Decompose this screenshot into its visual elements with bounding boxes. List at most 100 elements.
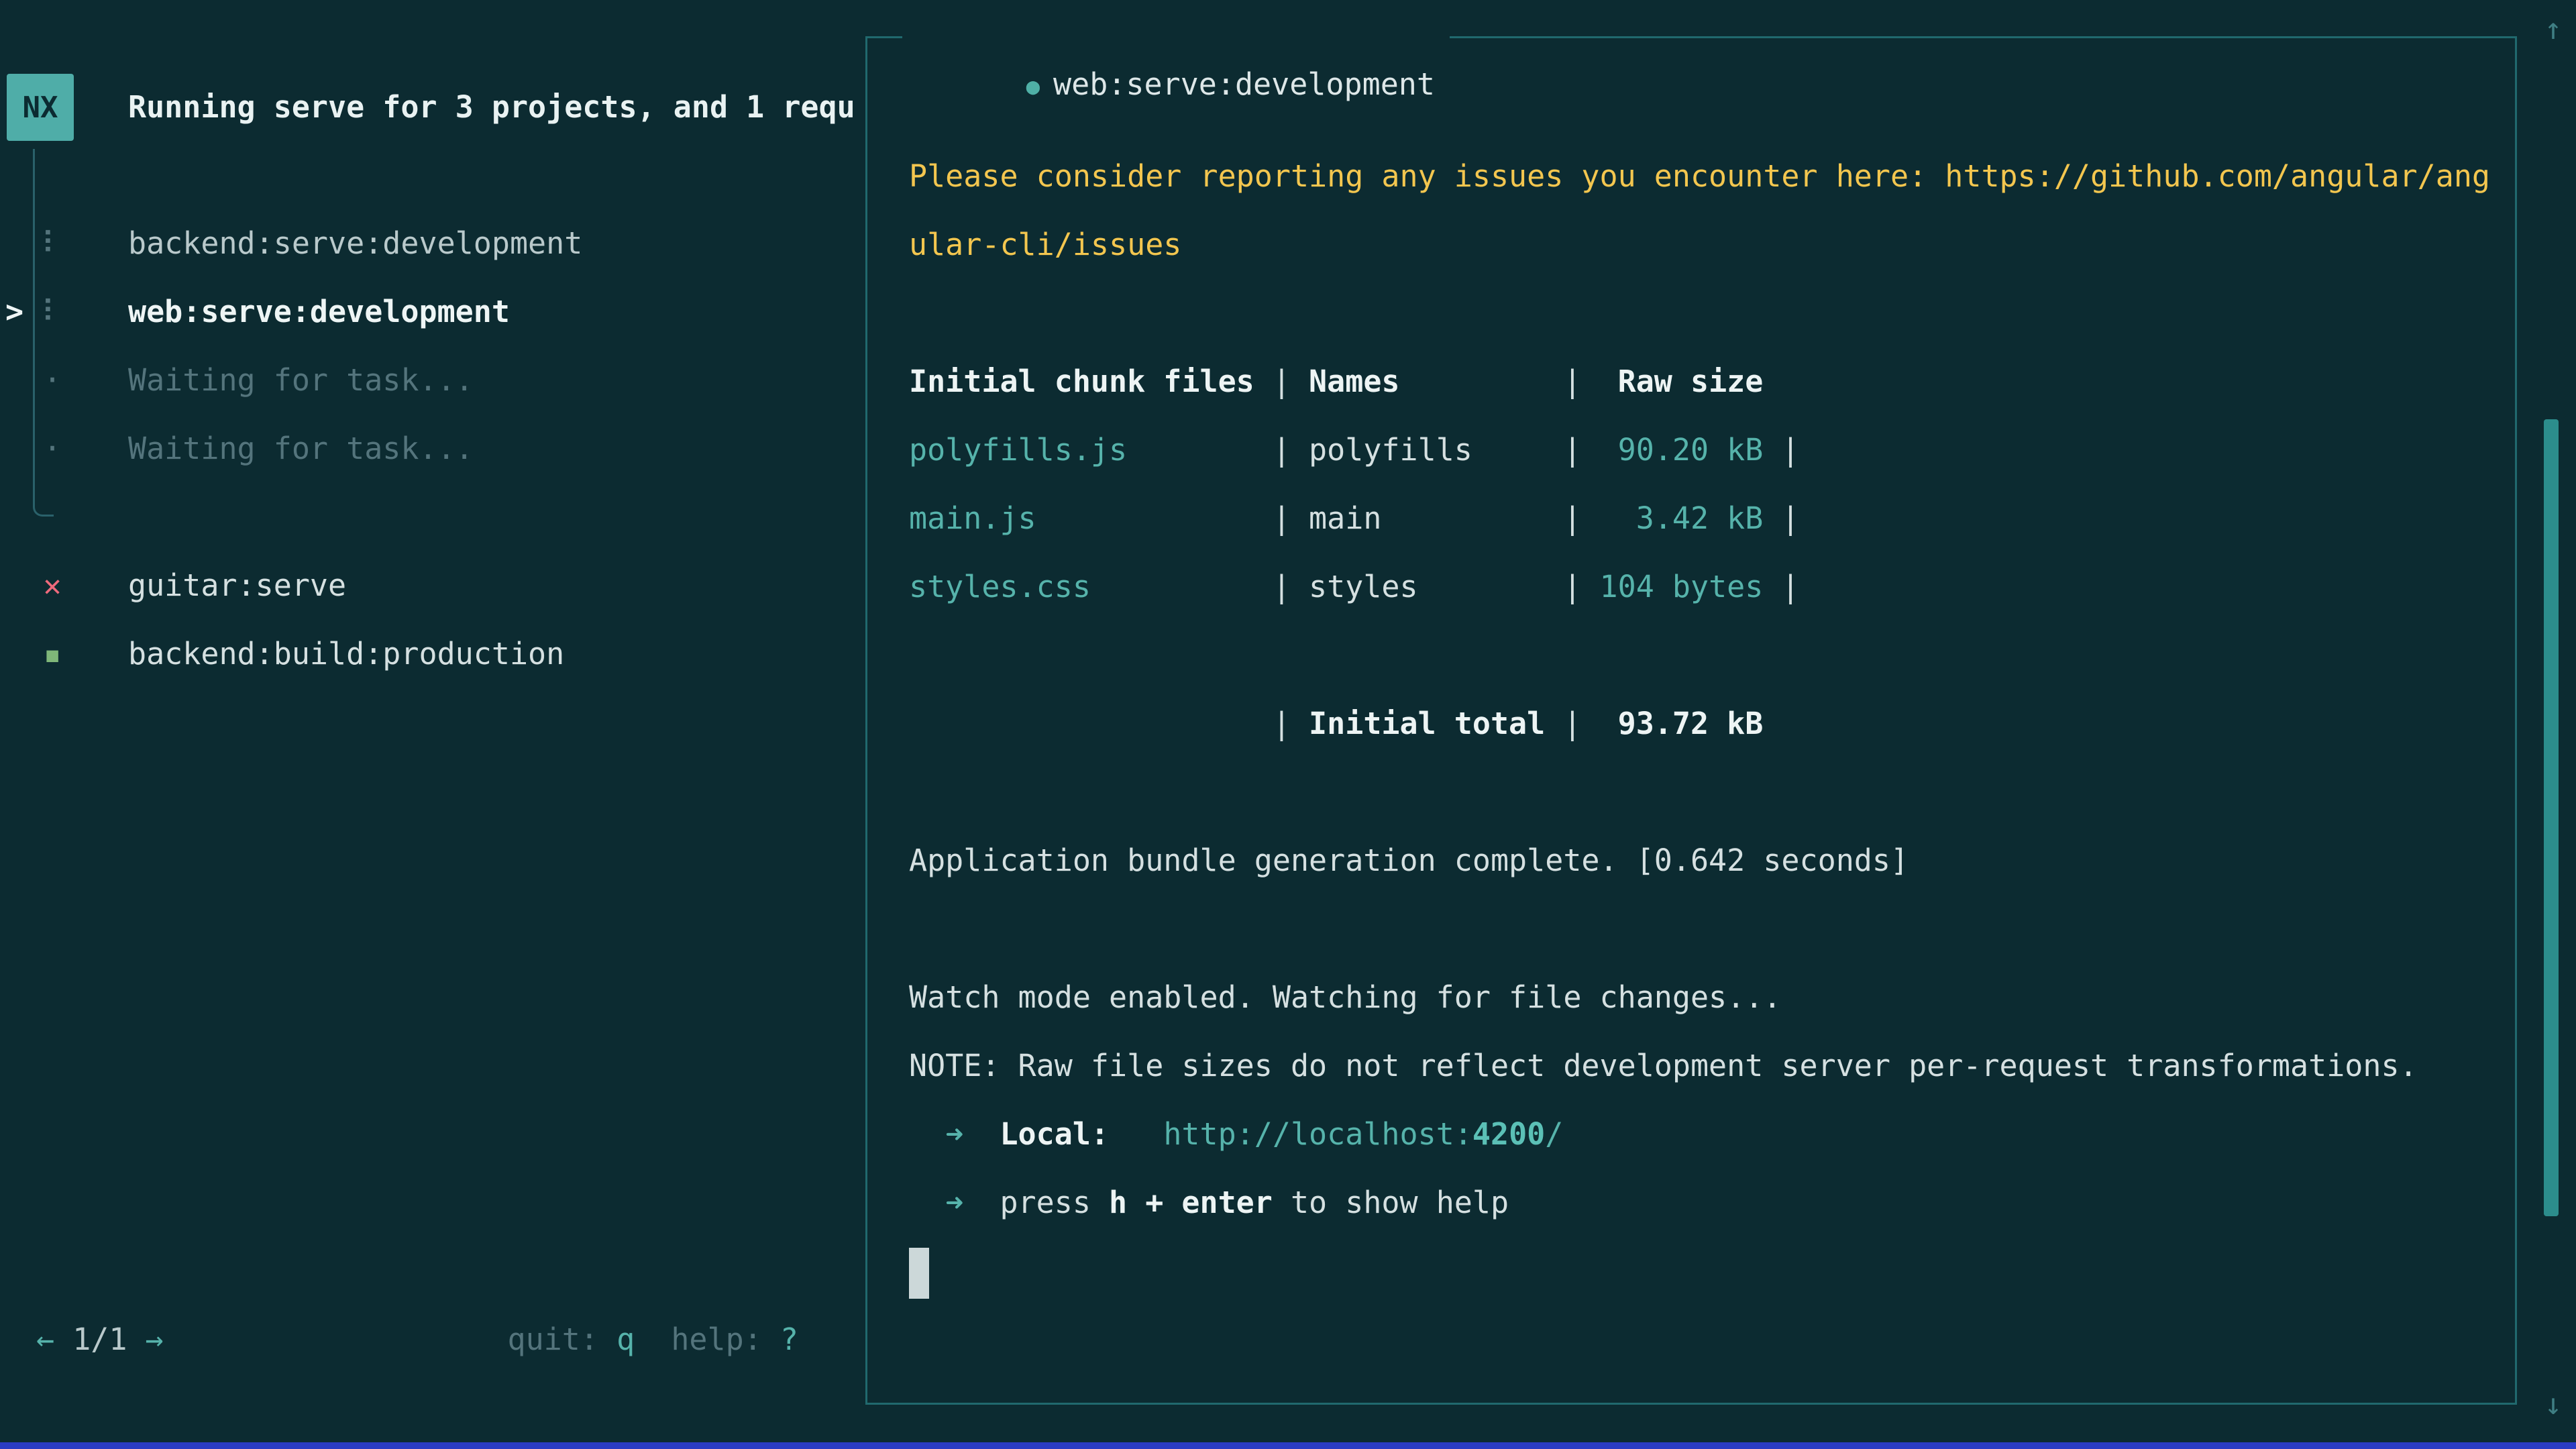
nx-logo: NX [7, 74, 74, 141]
text-segment [1109, 1116, 1163, 1152]
spinner-icon: ⠇ [38, 209, 67, 278]
text-segment: | [1273, 569, 1309, 604]
text-segment [963, 1185, 1000, 1220]
spinner-icon: ⠇ [38, 278, 67, 346]
text-segment: polyfills [1309, 432, 1563, 468]
text-segment: NOTE: Raw file sizes do not reflect deve… [909, 1048, 2418, 1083]
text-segment: ular-cli/issues [909, 227, 1181, 262]
text-segment: | [1563, 432, 1599, 468]
task-row[interactable]: · Waiting for task... [0, 346, 859, 415]
task-row[interactable]: >⠇ web:serve:development [0, 278, 859, 346]
task-label: backend:build:production [128, 636, 564, 672]
nx-terminal-ui: NX Running serve for 3 projects, and 1 r… [0, 0, 2576, 1449]
text-segment: | [1563, 364, 1599, 399]
text-segment: | [1273, 432, 1309, 468]
text-segment: | [1273, 364, 1309, 399]
text-segment: 1/1 [72, 1322, 127, 1357]
scroll-up-icon[interactable]: ↑ [2537, 9, 2569, 50]
text-segment: 104 bytes [1600, 569, 1764, 604]
text-segment: styles.css [909, 569, 1273, 604]
task-row[interactable]: ✕ guitar:serve [0, 551, 859, 620]
terminal-line: | Initial total | 93.72 kB [909, 690, 2488, 758]
pending-dot-icon: · [38, 415, 67, 483]
text-segment: Initial chunk files [909, 364, 1273, 399]
terminal-line [909, 1237, 2488, 1305]
text-segment: main.js [909, 500, 1273, 536]
output-panel: ●web:serve:development Please consider r… [865, 36, 2517, 1405]
terminal-line: main.js | main | 3.42 kB | [909, 484, 2488, 553]
terminal-line: Watch mode enabled. Watching for file ch… [909, 963, 2488, 1032]
text-segment [909, 706, 1273, 741]
text-segment: | [1273, 706, 1309, 741]
terminal-line: ular-cli/issues [909, 211, 2488, 279]
terminal-line: styles.css | styles | 104 bytes | [909, 553, 2488, 621]
text-segment: quit: [508, 1322, 617, 1357]
text-segment: to show help [1273, 1185, 1509, 1220]
terminal-line [909, 279, 2488, 347]
text-segment: | [1273, 500, 1309, 536]
selection-caret-icon: > [5, 278, 23, 346]
success-icon: ▪ [38, 620, 67, 688]
terminal-line: Initial chunk files | Names | Raw size [909, 347, 2488, 416]
text-segment: Please consider reporting any issues you… [909, 158, 2490, 194]
terminal-line [909, 895, 2488, 963]
task-label: guitar:serve [128, 568, 346, 603]
text-segment [909, 1116, 945, 1152]
text-segment: 4200 [1472, 1116, 1545, 1152]
text-segment: | [1763, 500, 1799, 536]
text-segment: Names [1309, 364, 1563, 399]
text-segment: http://localhost: [1163, 1116, 1472, 1152]
terminal-line: polyfills.js | polyfills | 90.20 kB | [909, 416, 2488, 484]
text-segment: Application bundle generation complete. … [909, 843, 1909, 878]
terminal-line [909, 621, 2488, 690]
scroll-down-icon[interactable]: ↓ [2537, 1385, 2569, 1425]
failed-icon: ✕ [38, 551, 67, 620]
terminal-line: NOTE: Raw file sizes do not reflect deve… [909, 1032, 2488, 1100]
task-row[interactable]: ⠇ backend:serve:development [0, 209, 859, 278]
scrollbar-thumb[interactable] [2544, 419, 2559, 1216]
text-segment: | [1563, 500, 1599, 536]
text-segment: ➜ [945, 1185, 963, 1220]
panel-title: ●web:serve:development [902, 14, 1450, 61]
text-segment: Raw size [1600, 364, 1764, 399]
text-segment: 90.20 kB [1600, 432, 1764, 468]
text-segment: styles [1309, 569, 1563, 604]
pending-dot-icon: · [38, 346, 67, 415]
app-title: Running serve for 3 projects, and 1 requ [128, 74, 856, 141]
task-label: web:serve:development [128, 294, 510, 329]
text-segment [909, 1185, 945, 1220]
block-cursor [909, 1248, 929, 1299]
terminal-line: ➜ Local: http://localhost:4200/ [909, 1100, 2488, 1169]
text-segment: | [1563, 569, 1599, 604]
text-segment: main [1309, 500, 1563, 536]
sidebar-footer: ← 1/1 → quit: q help: ? [0, 1305, 865, 1373]
text-segment: Local: [1000, 1116, 1109, 1152]
task-row[interactable]: · Waiting for task... [0, 415, 859, 483]
task-label: backend:serve:development [128, 225, 582, 261]
terminal-line [909, 758, 2488, 826]
bottom-edge-strip [0, 1442, 2576, 1449]
text-segment: / [1545, 1116, 1563, 1152]
task-label: Waiting for task... [128, 362, 474, 398]
text-segment: | [1763, 432, 1799, 468]
terminal-line: Please consider reporting any issues you… [909, 142, 2488, 211]
text-segment: press [1000, 1185, 1109, 1220]
task-list: ⠇ backend:serve:development >⠇ web:serve:de… [0, 209, 859, 483]
text-segment: ← [36, 1322, 72, 1357]
pagination[interactable]: ← 1/1 → [36, 1322, 164, 1357]
text-segment: help: [635, 1322, 780, 1357]
text-segment: ➜ [945, 1116, 963, 1152]
task-row[interactable]: ▪ backend:build:production [0, 620, 859, 688]
text-segment: polyfills.js [909, 432, 1273, 468]
text-segment: → [127, 1322, 163, 1357]
task-label: Waiting for task... [128, 431, 474, 466]
text-segment: | [1563, 706, 1599, 741]
completed-task-list: ✕ guitar:serve ▪ backend:build:production [0, 551, 859, 688]
terminal-output: Please consider reporting any issues you… [909, 142, 2488, 1305]
text-segment: Watch mode enabled. Watching for file ch… [909, 979, 1781, 1015]
terminal-line: ➜ press h + enter to show help [909, 1169, 2488, 1237]
terminal-line: Application bundle generation complete. … [909, 826, 2488, 895]
text-segment: 3.42 kB [1600, 500, 1764, 536]
text-segment [963, 1116, 1000, 1152]
help-hints: quit: q help: ? [508, 1322, 799, 1357]
